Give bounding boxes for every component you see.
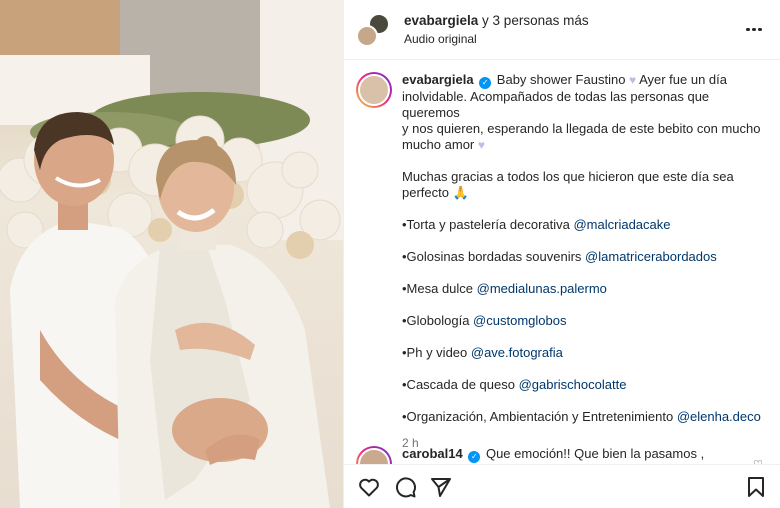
credit-item: •Golosinas bordadas souvenirs @lamatrice… xyxy=(402,249,767,265)
credit-text: •Cascada de queso xyxy=(402,377,519,392)
action-bar xyxy=(344,464,780,508)
couple-photo-image xyxy=(0,0,343,508)
caption-line: Ayer fue un día xyxy=(636,72,728,87)
caption-line: mucho amor xyxy=(402,137,475,152)
mention-link[interactable]: @customglobos xyxy=(473,313,566,328)
avatar xyxy=(356,24,378,47)
mention-link[interactable]: @malcriadacake xyxy=(573,217,670,232)
audio-label[interactable]: Audio original xyxy=(404,30,742,48)
credit-text: •Mesa dulce xyxy=(402,281,477,296)
credit-item: •Cascada de queso @gabrischocolatte xyxy=(402,377,767,393)
credit-text: •Organización, Ambientación y Entretenim… xyxy=(402,409,677,424)
credit-item: •Organización, Ambientación y Entretenim… xyxy=(402,409,767,425)
post-detail-panel: evabargiela y 3 personas más Audio origi… xyxy=(343,0,780,508)
verified-badge-icon: ✓ xyxy=(468,451,481,463)
caption-line: perfecto xyxy=(402,185,449,200)
header-text: evabargiela y 3 personas más Audio origi… xyxy=(404,12,742,48)
mention-link[interactable]: @elenha.deco xyxy=(677,409,761,424)
post-header: evabargiela y 3 personas más Audio origi… xyxy=(344,0,780,60)
caption-line: y nos quieren, esperando la llegada de e… xyxy=(402,121,761,136)
more-options-icon[interactable] xyxy=(742,18,766,42)
mention-link[interactable]: @ave.fotografia xyxy=(471,345,563,360)
instagram-post: evabargiela y 3 personas más Audio origi… xyxy=(0,0,780,508)
caption-line: Baby shower Faustino xyxy=(496,72,626,87)
purple-heart-emoji-icon: ♥ xyxy=(477,138,485,152)
heart-icon[interactable] xyxy=(356,474,382,500)
credit-text: •Globología xyxy=(402,313,474,328)
praying-hands-emoji-icon: 🙏 xyxy=(452,185,469,200)
caption-username[interactable]: evabargiela xyxy=(402,72,474,87)
comment-avatar[interactable] xyxy=(356,446,392,464)
credit-item: •Ph y video @ave.fotografia xyxy=(402,345,767,361)
credit-item: •Globología @customglobos xyxy=(402,313,767,329)
credit-text: •Ph y video xyxy=(402,345,471,360)
post-photo[interactable] xyxy=(0,0,343,508)
header-collab-text[interactable]: y 3 personas más xyxy=(478,13,589,28)
send-icon[interactable] xyxy=(428,474,454,500)
caption-text: evabargiela ✓ Baby shower Faustino ♥ Aye… xyxy=(402,72,767,451)
verified-badge-icon: ✓ xyxy=(479,77,492,89)
credit-item: •Torta y pastelería decorativa @malcriad… xyxy=(402,217,767,233)
mention-link[interactable]: @medialunas.palermo xyxy=(477,281,607,296)
comment-username[interactable]: carobal14 xyxy=(402,446,463,461)
bookmark-icon[interactable] xyxy=(743,474,769,500)
comment-item: carobal14 ✓ Que emoción!! Que bien la pa… xyxy=(356,446,769,464)
credit-text: •Golosinas bordadas souvenirs xyxy=(402,249,586,264)
caption: evabargiela ✓ Baby shower Faustino ♥ Aye… xyxy=(356,72,767,451)
comments-area: evabargiela ✓ Baby shower Faustino ♥ Aye… xyxy=(344,60,780,464)
comment-icon[interactable] xyxy=(392,474,418,500)
caption-line: inolvidable. Acompañados de todas las pe… xyxy=(402,89,710,120)
caption-line: Muchas gracias a todos los que hicieron … xyxy=(402,169,734,184)
credit-item: •Mesa dulce @medialunas.palermo xyxy=(402,281,767,297)
header-username[interactable]: evabargiela xyxy=(404,13,478,28)
mention-link[interactable]: @lamatricerabordados xyxy=(585,249,717,264)
caption-avatar[interactable] xyxy=(356,72,392,108)
collab-avatars[interactable] xyxy=(356,12,392,47)
comment-text: carobal14 ✓ Que emoción!! Que bien la pa… xyxy=(402,446,722,464)
mention-link[interactable]: @gabrischocolatte xyxy=(519,377,627,392)
credit-text: •Torta y pastelería decorativa xyxy=(402,217,574,232)
